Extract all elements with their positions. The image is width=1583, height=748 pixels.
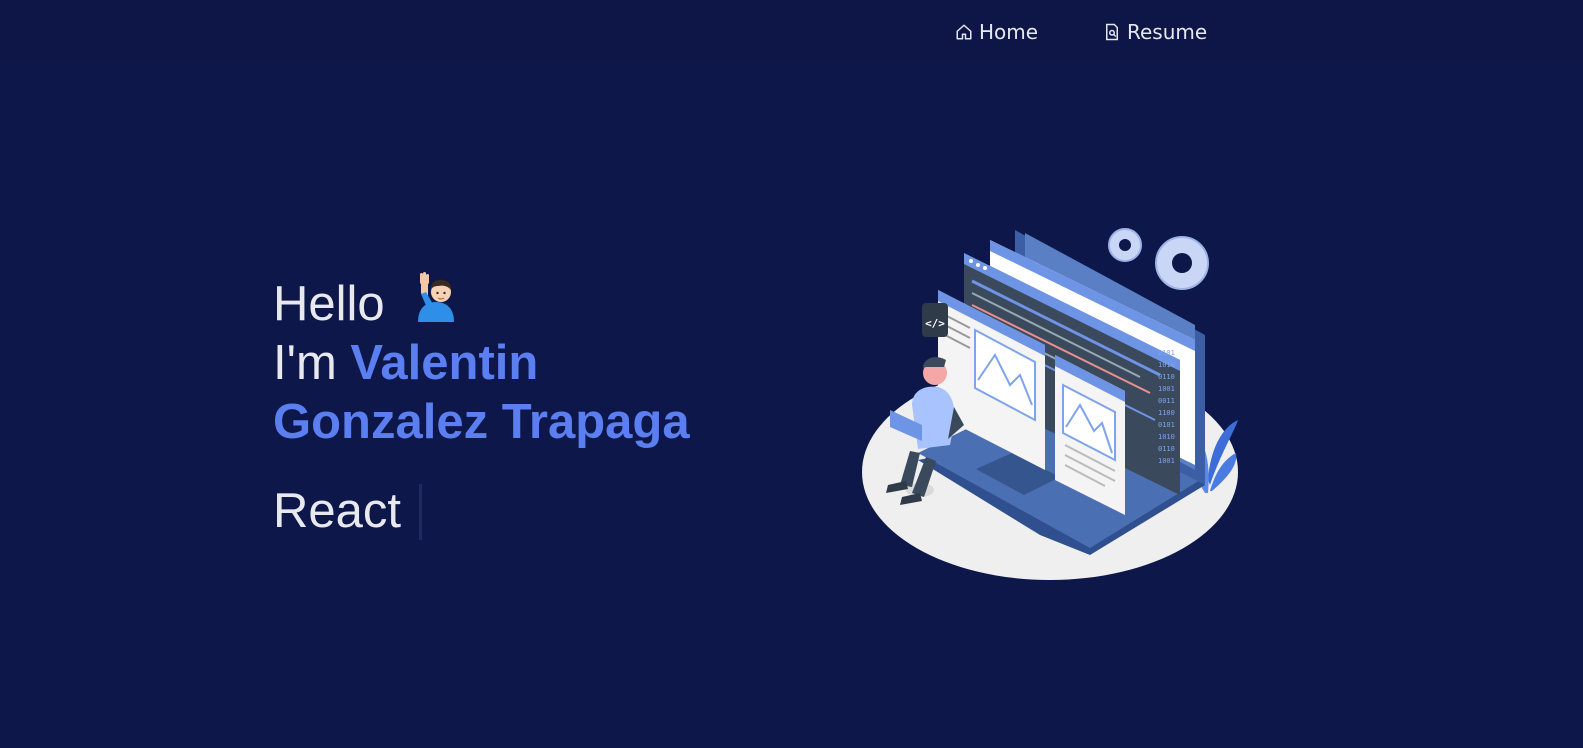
first-name: Valentin [350, 336, 539, 390]
svg-text:1001: 1001 [1158, 457, 1175, 465]
svg-text:1001: 1001 [1158, 385, 1175, 393]
svg-text:0101: 0101 [1158, 349, 1175, 357]
nav-home-label: Home [979, 20, 1039, 44]
code-badge-text: </> [925, 317, 945, 330]
greeting-text: Hello [273, 277, 385, 331]
nav-resume-link[interactable]: Resume [1103, 17, 1207, 47]
nav-home-link[interactable]: Home [955, 17, 1038, 47]
document-search-icon [1106, 23, 1118, 41]
developer-laptop-illustration: 0101 1010 0110 1001 0011 1100 0101 1010 0110 1… [862, 228, 1238, 580]
man-raising-hand-icon [418, 272, 455, 322]
last-names: Gonzalez Trapaga [273, 395, 690, 449]
typed-word: React [273, 484, 402, 538]
svg-text:0101: 0101 [1158, 421, 1175, 429]
home-icon [956, 24, 972, 40]
intro-prefix: I'm [273, 336, 337, 390]
intro-line: I'm Valentin [273, 334, 690, 393]
typewriter-text: React [273, 482, 423, 541]
svg-text:0110: 0110 [1158, 445, 1175, 453]
svg-text:0011: 0011 [1158, 397, 1175, 405]
svg-text:1010: 1010 [1158, 433, 1175, 441]
svg-text:1100: 1100 [1158, 409, 1175, 417]
svg-text:0110: 0110 [1158, 373, 1175, 381]
typing-cursor [419, 483, 423, 540]
nav-resume-label: Resume [1127, 20, 1208, 44]
top-navbar: Home Resume [0, 0, 1583, 62]
hero-heading: Hello I'm Valentin Gonzalez Trapaga [273, 272, 690, 452]
svg-text:1010: 1010 [1158, 361, 1175, 369]
greeting-line: Hello [273, 272, 690, 334]
